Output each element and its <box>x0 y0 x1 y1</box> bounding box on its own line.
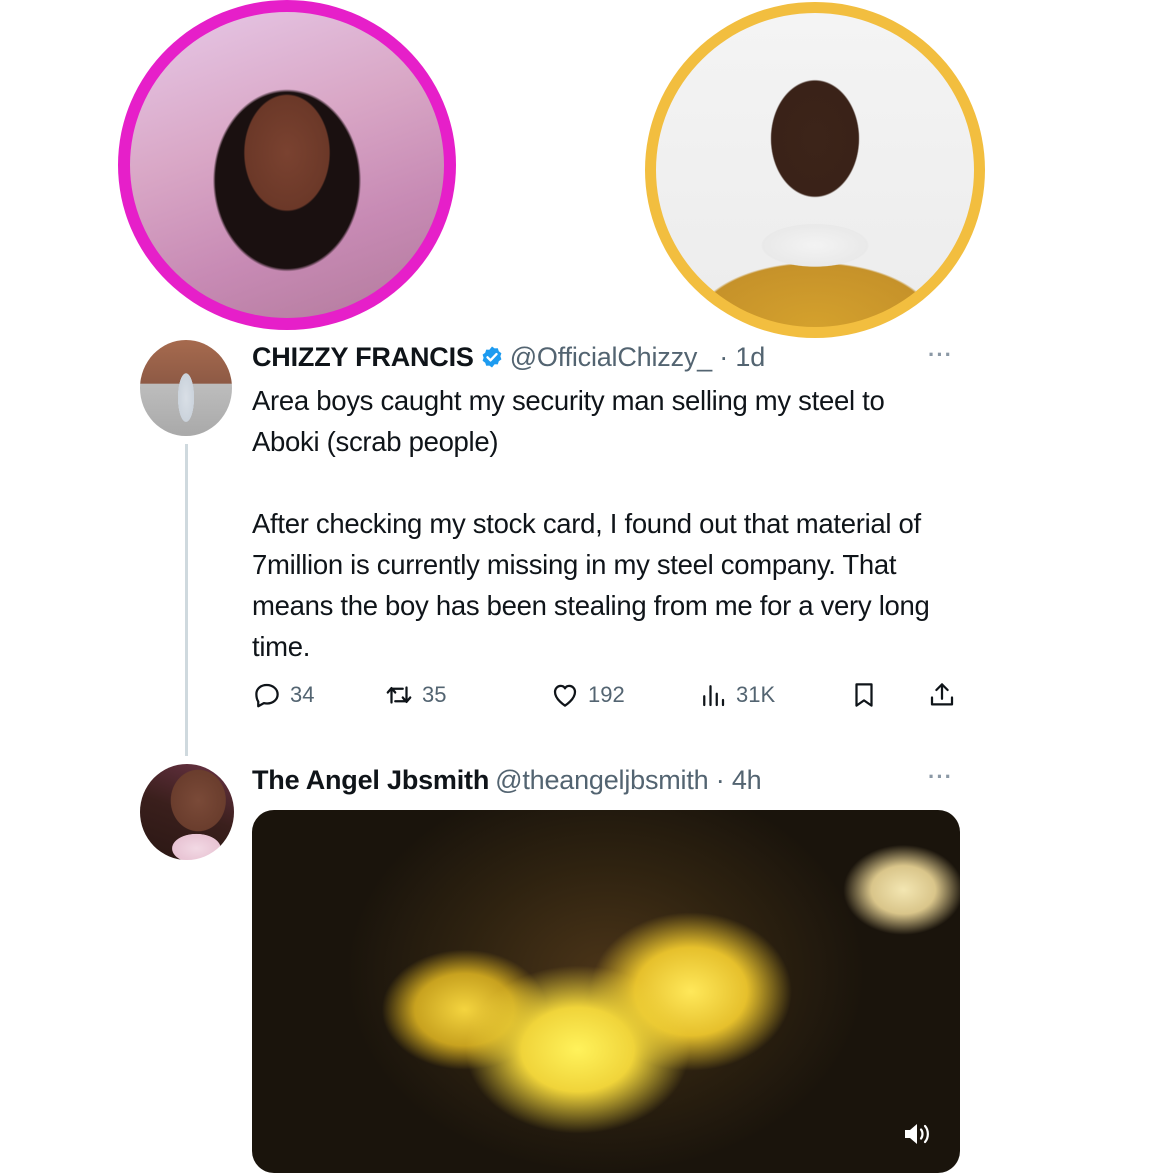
handle-timestamp[interactable]: @OfficialChizzy_ · 1d <box>510 342 765 373</box>
views-icon <box>703 685 725 707</box>
retweet-icon <box>386 686 412 704</box>
portrait-right <box>645 2 985 338</box>
like-button[interactable]: 192 <box>550 680 625 710</box>
bookmark-button[interactable] <box>849 680 879 710</box>
retweet-button[interactable]: 35 <box>384 680 446 710</box>
avatar[interactable] <box>140 764 234 860</box>
bookmark-icon <box>855 683 873 707</box>
portrait-left <box>118 0 456 330</box>
views-button[interactable]: 31K <box>698 680 775 710</box>
more-options-icon[interactable]: ··· <box>928 764 953 790</box>
display-name[interactable]: CHIZZY FRANCIS <box>252 342 474 373</box>
tweet-video[interactable] <box>252 810 960 1173</box>
like-count: 192 <box>588 682 625 707</box>
heart-icon <box>553 684 577 707</box>
volume-icon[interactable] <box>902 1120 932 1148</box>
reply-count: 34 <box>290 682 315 707</box>
tweet-actions: 34 35 192 31K <box>252 680 962 714</box>
reply-icon <box>255 683 279 708</box>
share-button[interactable] <box>927 680 957 710</box>
handle-timestamp[interactable]: @theangeljbsmith · 4h <box>495 765 762 796</box>
views-count: 31K <box>736 682 776 707</box>
verified-badge-icon <box>482 346 502 368</box>
share-icon <box>930 683 954 706</box>
more-options-icon[interactable]: ··· <box>928 342 953 368</box>
tweet-header: The Angel Jbsmith @theangeljbsmith · 4h <box>252 763 762 797</box>
tweet-text-paragraph: Area boys caught my security man selling… <box>252 385 885 457</box>
retweet-count: 35 <box>422 682 447 707</box>
display-name[interactable]: The Angel Jbsmith <box>252 765 489 796</box>
avatar[interactable] <box>140 340 232 436</box>
tweet-text-paragraph: After checking my stock card, I found ou… <box>252 508 930 662</box>
thread-line <box>185 444 188 756</box>
reply-button[interactable]: 34 <box>252 680 314 710</box>
tweet-header: CHIZZY FRANCIS @OfficialChizzy_ · 1d <box>252 340 765 374</box>
